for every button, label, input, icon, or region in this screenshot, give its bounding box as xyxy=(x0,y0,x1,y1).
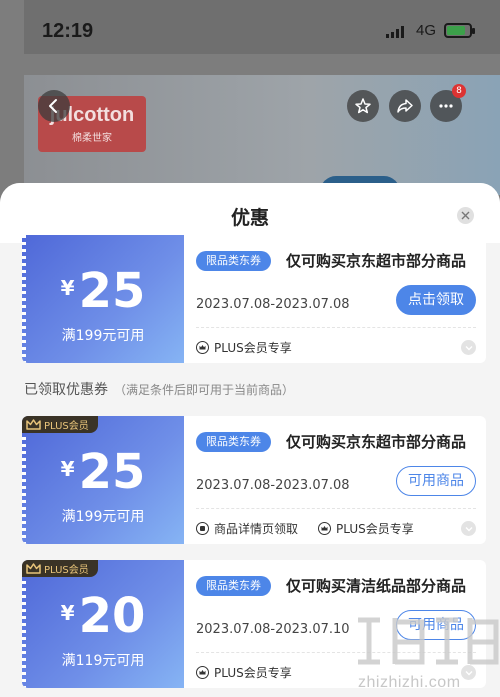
notification-badge: 8 xyxy=(452,84,466,98)
currency-symbol: ¥ xyxy=(60,457,75,481)
coupon-footer: 商品详情页领取 PLUS会员专享 xyxy=(196,520,414,537)
more-dots-icon xyxy=(439,104,453,108)
coupon-description: 仅可购买京东超市部分商品 xyxy=(286,433,467,451)
share-icon xyxy=(397,99,413,113)
plus-exclusive-item: PLUS会员专享 xyxy=(318,520,414,537)
chevron-down-icon xyxy=(465,345,472,350)
product-detail-icon xyxy=(196,522,209,535)
coupon-condition: 满199元可用 xyxy=(61,509,145,525)
coupon-condition: 满199元可用 xyxy=(61,328,145,344)
close-icon xyxy=(461,211,470,220)
coupon-amount-group: ¥25 xyxy=(22,263,184,319)
battery-icon xyxy=(444,23,475,38)
close-button[interactable] xyxy=(457,207,474,224)
more-button[interactable]: 8 xyxy=(430,84,466,122)
coupon-info: 限品类东券 仅可购买京东超市部分商品 2023.07.08-2023.07.08… xyxy=(184,235,486,363)
plus-member-badge: PLUS会员 xyxy=(22,560,98,577)
network-type: 4G xyxy=(416,22,437,39)
status-time: 12:19 xyxy=(42,20,94,42)
coupon-divider xyxy=(196,508,476,509)
sheet-header: 优惠 xyxy=(0,183,500,243)
expand-details-button[interactable] xyxy=(461,340,476,355)
site-watermark: zhizhizhi.com xyxy=(350,612,500,697)
coupon-divider xyxy=(196,327,476,328)
favorite-button[interactable] xyxy=(347,90,379,122)
plus-exclusive-label: PLUS会员专享 xyxy=(214,666,292,680)
claimed-section-hint: （满足条件后即可用于当前商品） xyxy=(114,383,295,397)
back-button[interactable] xyxy=(38,90,70,122)
applicable-products-button[interactable]: 可用商品 xyxy=(396,466,476,496)
source-label: 商品详情页领取 xyxy=(214,522,299,536)
coupon-amount: 25 xyxy=(78,263,146,319)
coupon-date-range: 2023.07.08-2023.07.08 xyxy=(196,297,350,312)
watermark-logo xyxy=(358,617,499,665)
plus-exclusive-label: PLUS会员专享 xyxy=(336,522,414,536)
crown-icon xyxy=(196,341,209,354)
coupon-date-range: 2023.07.08-2023.07.08 xyxy=(196,478,350,493)
coupon-card: ¥25 满199元可用 PLUS会员 限品类东券 仅可购买京东超市部分商品 20… xyxy=(22,416,486,544)
crown-icon xyxy=(26,419,41,430)
coupon-value-panel: ¥25 满199元可用 PLUS会员 xyxy=(22,416,184,544)
coupon-value-panel: ¥25 满199元可用 xyxy=(22,235,184,363)
coupon-info: 限品类东券 仅可购买京东超市部分商品 2023.07.08-2023.07.08… xyxy=(184,416,486,544)
claimed-section-title: 已领取优惠券 xyxy=(24,382,108,398)
plus-exclusive-item: PLUS会员专享 xyxy=(196,339,292,356)
currency-symbol: ¥ xyxy=(60,276,75,300)
coupon-value-panel: ¥20 满119元可用 PLUS会员 xyxy=(22,560,184,688)
coupon-type-tag: 限品类东券 xyxy=(196,251,271,271)
coupon-footer: PLUS会员专享 xyxy=(196,664,292,681)
coupon-amount: 20 xyxy=(78,588,146,644)
brand-logo-subtext: 棉柔世家 xyxy=(72,133,112,144)
share-button[interactable] xyxy=(389,90,421,122)
expand-details-button[interactable] xyxy=(461,521,476,536)
watermark-text: zhizhizhi.com xyxy=(358,674,461,691)
source-item: 商品详情页领取 xyxy=(196,520,298,537)
coupon-description: 仅可购买清洁纸品部分商品 xyxy=(286,577,467,595)
claim-coupon-button[interactable]: 点击领取 xyxy=(396,285,476,315)
coupon-amount-group: ¥25 xyxy=(22,444,184,500)
plus-member-badge: PLUS会员 xyxy=(22,416,98,433)
coupon-card: ¥25 满199元可用 限品类东券 仅可购买京东超市部分商品 2023.07.0… xyxy=(22,235,486,363)
coupon-condition: 满119元可用 xyxy=(61,653,145,669)
signal-icon xyxy=(386,26,404,38)
coupon-description: 仅可购买京东超市部分商品 xyxy=(286,252,467,270)
plus-member-label: PLUS会员 xyxy=(44,421,89,432)
claimed-section-label: 已领取优惠券 （满足条件后即可用于当前商品） xyxy=(24,379,294,399)
sheet-title: 优惠 xyxy=(230,207,269,229)
crown-icon xyxy=(26,563,41,574)
coupon-amount: 25 xyxy=(78,444,146,500)
coupon-date-range: 2023.07.08-2023.07.10 xyxy=(196,622,350,637)
plus-exclusive-item: PLUS会员专享 xyxy=(196,664,292,681)
chevron-left-icon xyxy=(49,99,57,113)
plus-member-label: PLUS会员 xyxy=(44,565,89,576)
plus-exclusive-label: PLUS会员专享 xyxy=(214,341,292,355)
star-icon xyxy=(355,98,371,114)
coupon-type-tag: 限品类东券 xyxy=(196,432,271,452)
coupon-type-tag: 限品类东券 xyxy=(196,576,271,596)
currency-symbol: ¥ xyxy=(60,601,75,625)
crown-icon xyxy=(318,522,332,535)
crown-icon xyxy=(196,666,209,679)
chevron-down-icon xyxy=(465,526,472,531)
coupon-amount-group: ¥20 xyxy=(22,588,184,644)
coupon-footer: PLUS会员专享 xyxy=(196,339,292,356)
